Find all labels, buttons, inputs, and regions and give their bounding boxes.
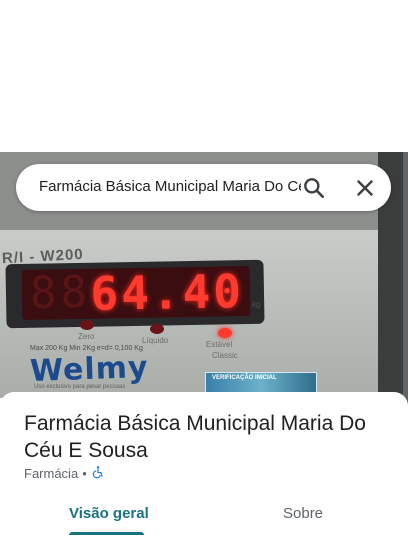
led-estavel bbox=[218, 328, 232, 338]
sticker-text: VERIFICAÇÃO INICIAL bbox=[212, 375, 277, 381]
tab-sobre[interactable]: Sobre bbox=[283, 505, 323, 522]
led-label-estavel: Estável bbox=[206, 340, 233, 349]
tab-bar: Visão geral Sobre bbox=[0, 500, 408, 544]
scale-reading: 64.40 bbox=[90, 265, 245, 320]
separator-dot: • bbox=[82, 466, 87, 481]
place-title: Farmácia Básica Municipal Maria Do Céu E… bbox=[24, 412, 366, 462]
scale-ghost-digits: 88 bbox=[29, 266, 92, 319]
led-label-classic: Classic bbox=[212, 351, 238, 360]
scale-display: 88 64.40 bbox=[21, 265, 251, 320]
brand-subtitle: Uso exclusivo para pesar pessoas bbox=[34, 384, 126, 390]
search-input[interactable]: Farmácia Básica Municipal Maria Do Céu E… bbox=[39, 178, 301, 195]
place-category: Farmácia bbox=[24, 466, 79, 481]
led-zero bbox=[80, 320, 94, 330]
scale-unit: kg bbox=[252, 300, 261, 309]
search-icon[interactable] bbox=[301, 175, 327, 201]
place-subtitle: Farmácia • bbox=[24, 465, 105, 482]
led-label-liquido: Líquido bbox=[142, 336, 169, 345]
led-label-zero: Zero bbox=[78, 332, 95, 341]
led-liquido bbox=[150, 324, 164, 334]
scale-display-frame: 88 64.40 bbox=[5, 259, 265, 329]
active-tab-indicator bbox=[69, 532, 144, 535]
close-icon[interactable] bbox=[352, 175, 378, 201]
tab-visao-geral[interactable]: Visão geral bbox=[69, 505, 149, 522]
search-bar[interactable]: Farmácia Básica Municipal Maria Do Céu E… bbox=[16, 164, 391, 211]
wheelchair-icon bbox=[91, 465, 105, 482]
scrollbar-thumb[interactable] bbox=[403, 152, 408, 414]
